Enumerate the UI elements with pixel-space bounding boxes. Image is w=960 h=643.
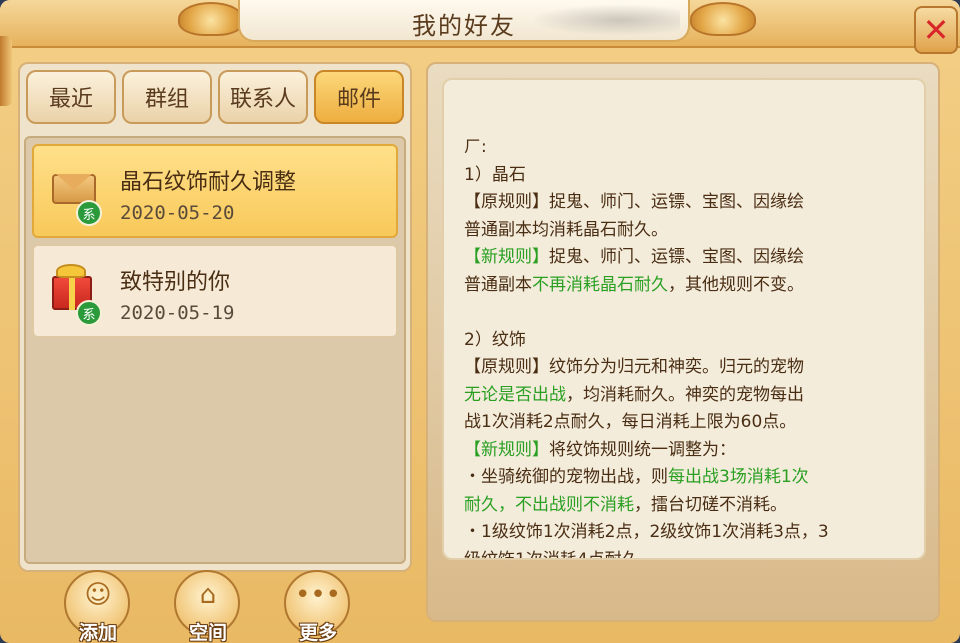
system-badge: 系	[76, 300, 102, 326]
add-friend-button[interactable]: ☺ 添加	[62, 570, 134, 643]
tab-contacts[interactable]: 联系人	[218, 70, 308, 124]
mail-text: ㄏ: 1）晶石 【原规则】捉鬼、师门、运镖、宝图、因缘绘 普通副本均消耗晶石耐久…	[464, 134, 910, 560]
mail-title: 致特别的你	[120, 270, 231, 295]
text-line: ㄏ:	[464, 137, 487, 157]
tab-mail[interactable]: 邮件	[314, 70, 404, 124]
list-item[interactable]: 系 晶石纹饰耐久调整 2020-05-20	[32, 144, 398, 238]
list-item[interactable]: 系 致特别的你 2020-05-19	[32, 244, 398, 338]
mail-date: 2020-05-20	[120, 202, 235, 224]
mail-title: 晶石纹饰耐久调整	[120, 170, 297, 195]
cloud-ornament-icon	[690, 2, 756, 36]
text-line: ・坐骑统御的宠物出战，则每出战3场消耗1次	[464, 467, 809, 487]
text-line: 普通副本不再消耗晶石耐久，其他规则不变。	[464, 274, 804, 295]
envelope-icon: 系	[48, 162, 102, 226]
text-line: 【新规则】捉鬼、师门、运镖、宝图、因缘绘	[464, 247, 804, 267]
gift-icon: 系	[48, 262, 102, 326]
window-title: 我的好友	[412, 12, 516, 40]
tab-recent[interactable]: 最近	[26, 70, 116, 124]
more-icon: •••	[294, 580, 341, 610]
text-line: 耐久，不出战则不消耗，擂台切磋不消耗。	[464, 494, 787, 515]
close-icon: ✕	[922, 11, 950, 49]
text-line: 普通副本均消耗晶石耐久。	[464, 219, 668, 240]
more-button[interactable]: ••• 更多	[282, 570, 354, 643]
section-title: 1）晶石	[464, 164, 526, 185]
text-line: 【原规则】纹饰分为归元和神奕。归元的宠物	[464, 357, 804, 377]
text-line: 【新规则】将纹饰规则统一调整为：	[464, 439, 736, 460]
cloud-ornament-icon	[178, 2, 244, 36]
text-line: 【原规则】捉鬼、师门、运镖、宝图、因缘绘	[464, 192, 804, 212]
section-title: 2）纹饰	[464, 329, 526, 350]
side-ornament	[0, 36, 12, 106]
house-icon: ⌂	[199, 580, 217, 610]
add-friend-icon: ☺	[84, 580, 112, 610]
friends-window: 我的好友 ✕ 最近 群组 联系人 邮件 系 晶石纹饰耐久调整 2020-05-2…	[0, 0, 960, 643]
title-bar: 我的好友	[0, 0, 960, 48]
close-button[interactable]: ✕	[914, 6, 958, 54]
tab-bar: 最近 群组 联系人 邮件	[26, 70, 408, 126]
left-panel: 最近 群组 联系人 邮件 系 晶石纹饰耐久调整 2020-05-20 系 致特别…	[18, 62, 412, 572]
mail-content-panel: ㄏ: 1）晶石 【原规则】捉鬼、师门、运镖、宝图、因缘绘 普通副本均消耗晶石耐久…	[426, 62, 940, 622]
text-line: 无论是否出战，均消耗耐久。神奕的宠物每出	[464, 384, 804, 405]
tab-groups[interactable]: 群组	[122, 70, 212, 124]
space-button[interactable]: ⌂ 空间	[172, 570, 244, 643]
mail-date: 2020-05-19	[120, 302, 235, 324]
mail-list: 系 晶石纹饰耐久调整 2020-05-20 系 致特别的你 2020-05-19	[24, 136, 406, 564]
text-line: 战1次消耗2点耐久，每日消耗上限为60点。	[464, 412, 797, 432]
title-plate: 我的好友	[238, 0, 690, 42]
system-badge: 系	[76, 200, 102, 226]
mail-body[interactable]: ㄏ: 1）晶石 【原规则】捉鬼、师门、运镖、宝图、因缘绘 普通副本均消耗晶石耐久…	[442, 78, 926, 560]
text-line: ・1级纹饰1次消耗2点，2级纹饰1次消耗3点，3	[464, 522, 829, 542]
text-line: 级纹饰1次消耗4点耐久	[464, 549, 639, 560]
